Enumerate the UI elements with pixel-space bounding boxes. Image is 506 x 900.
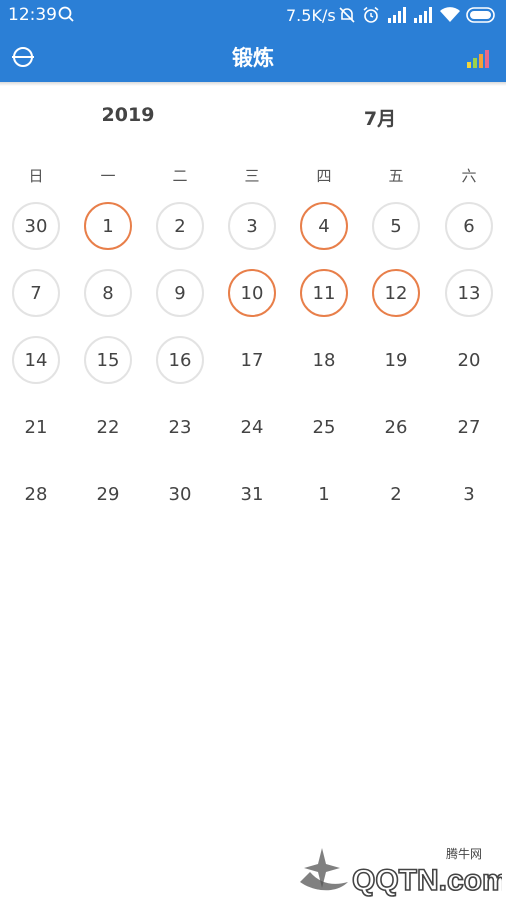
calendar-day[interactable]: 30 (156, 470, 204, 518)
calendar-day[interactable]: 30 (12, 202, 60, 250)
calendar-day[interactable]: 6 (445, 202, 493, 250)
calendar-day[interactable]: 23 (156, 403, 204, 451)
alarm-icon (363, 6, 379, 23)
weekday-label: 五 (388, 167, 404, 185)
calendar-day[interactable]: 24 (228, 403, 276, 451)
weekday-label: 四 (316, 167, 332, 185)
search-icon (58, 6, 74, 22)
calendar-day[interactable]: 14 (12, 336, 60, 384)
calendar-day[interactable]: 25 (300, 403, 348, 451)
qqtn-watermark-logo: 腾牛网 QQTN.com (300, 846, 502, 898)
calendar-day-completed[interactable]: 1 (84, 202, 132, 250)
weekday-header: 日一二三四五六 (0, 165, 506, 189)
calendar-day[interactable]: 2 (372, 470, 420, 518)
calendar-day[interactable]: 27 (445, 403, 493, 451)
calendar-day-completed[interactable]: 4 (300, 202, 348, 250)
weekday-label: 二 (172, 167, 188, 185)
page-title: 锻炼 (232, 46, 274, 70)
calendar-day-completed[interactable]: 12 (372, 269, 420, 317)
month-label[interactable]: 7月 (340, 104, 420, 131)
weekday-label: 三 (244, 167, 260, 185)
calendar-day[interactable]: 21 (12, 403, 60, 451)
calendar-day[interactable]: 15 (84, 336, 132, 384)
app-bar-shadow (0, 82, 506, 86)
calendar-day[interactable]: 17 (228, 336, 276, 384)
calendar-day[interactable]: 18 (300, 336, 348, 384)
calendar-day[interactable]: 9 (156, 269, 204, 317)
status-time: 12:39 (8, 5, 57, 25)
signal-icon (414, 7, 432, 23)
weekday-label: 日 (28, 167, 44, 185)
top-bar: 12:39 7.5K/s 锻炼 (0, 0, 506, 82)
weekday-label: 六 (461, 167, 477, 185)
calendar-day[interactable]: 28 (12, 470, 60, 518)
battery-icon (466, 7, 495, 23)
wifi-icon (440, 7, 460, 22)
calendar-day[interactable]: 3 (445, 470, 493, 518)
calendar-day[interactable]: 29 (84, 470, 132, 518)
status-bar: 12:39 7.5K/s (0, 0, 506, 32)
calendar-day[interactable]: 8 (84, 269, 132, 317)
calendar-day[interactable]: 20 (445, 336, 493, 384)
calendar-day[interactable]: 1 (300, 470, 348, 518)
network-speed: 7.5K/s (286, 6, 336, 25)
calendar-day[interactable]: 5 (372, 202, 420, 250)
calendar-day[interactable]: 7 (12, 269, 60, 317)
calendar-day[interactable]: 3 (228, 202, 276, 250)
calendar-day[interactable]: 16 (156, 336, 204, 384)
watermark-line2: QQTN.com (352, 864, 502, 897)
app-bar: 锻炼 (0, 32, 506, 82)
watermark-line1: 腾牛网 (446, 846, 482, 861)
bar-chart-icon[interactable] (466, 50, 492, 68)
calendar-day[interactable]: 13 (445, 269, 493, 317)
calendar-day-completed[interactable]: 11 (300, 269, 348, 317)
weekday-label: 一 (100, 167, 116, 185)
calendar-day[interactable]: 31 (228, 470, 276, 518)
calendar-day[interactable]: 2 (156, 202, 204, 250)
mute-bell-icon (339, 7, 355, 23)
calendar-day-completed[interactable]: 10 (228, 269, 276, 317)
signal-icon (388, 7, 406, 23)
calendar-day[interactable]: 19 (372, 336, 420, 384)
calendar-day[interactable]: 26 (372, 403, 420, 451)
calendar-day[interactable]: 22 (84, 403, 132, 451)
year-label[interactable]: 2019 (88, 104, 168, 126)
